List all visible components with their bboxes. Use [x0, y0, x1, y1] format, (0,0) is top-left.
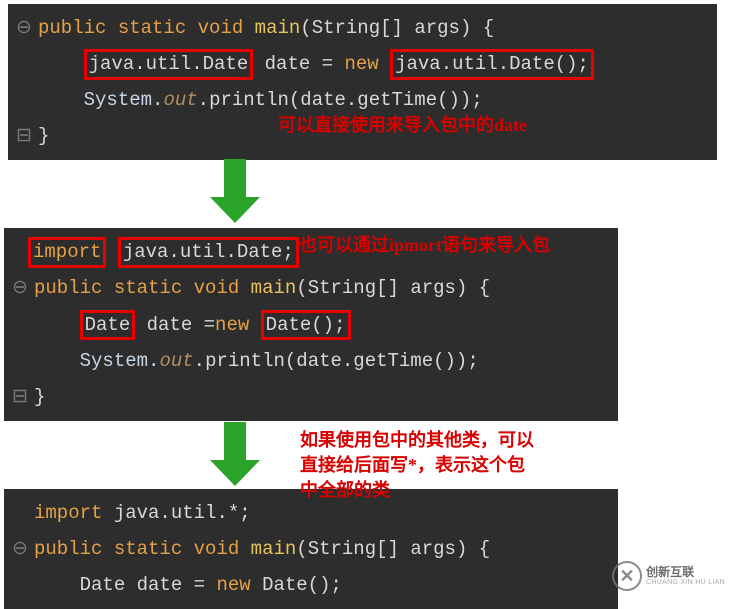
- code-line: Date date = new Date();: [4, 567, 618, 603]
- code-line: java.util.Date date = new java.util.Date…: [8, 46, 717, 82]
- code-block-1: ⊖public static void main(String[] args) …: [8, 4, 717, 160]
- code-line: ⊖public static void main(String[] args) …: [4, 531, 618, 567]
- annotation-2: 也可以通过ipmort语句来导入包: [299, 233, 550, 258]
- highlight-box: java.util.Date();: [390, 49, 594, 80]
- annotation-1: 可以直接使用来导入包中的date: [278, 113, 527, 138]
- highlight-box: Date: [80, 310, 136, 341]
- code-block-3: import java.util.*; ⊖public static void …: [4, 489, 618, 609]
- annotation-3: 如果使用包中的其他类，可以 直接给后面写*，表示这个包 中全部的类: [300, 428, 534, 504]
- code-line: ⊟}: [4, 379, 618, 415]
- logo-icon: ✕: [612, 561, 642, 591]
- highlight-box: java.util.Date;: [118, 237, 299, 268]
- highlight-box: java.util.Date: [84, 49, 254, 80]
- code-line: ⊖public static void main(String[] args) …: [4, 270, 618, 306]
- watermark-main: 创新互联: [646, 566, 725, 579]
- highlight-box: Date();: [261, 310, 351, 341]
- arrow-down-icon: [210, 159, 260, 223]
- watermark-sub: CHUANG XIN HU LIAN: [646, 579, 725, 587]
- watermark-logo: ✕ 创新互联 CHUANG XIN HU LIAN: [612, 561, 725, 591]
- code-line: System.out.println(date.getTime());: [4, 343, 618, 379]
- code-line: ⊖public static void main(String[] args) …: [8, 10, 717, 46]
- code-line: Date date =new Date();: [4, 307, 618, 343]
- arrow-down-icon: [210, 422, 260, 486]
- highlight-box: import: [28, 237, 106, 268]
